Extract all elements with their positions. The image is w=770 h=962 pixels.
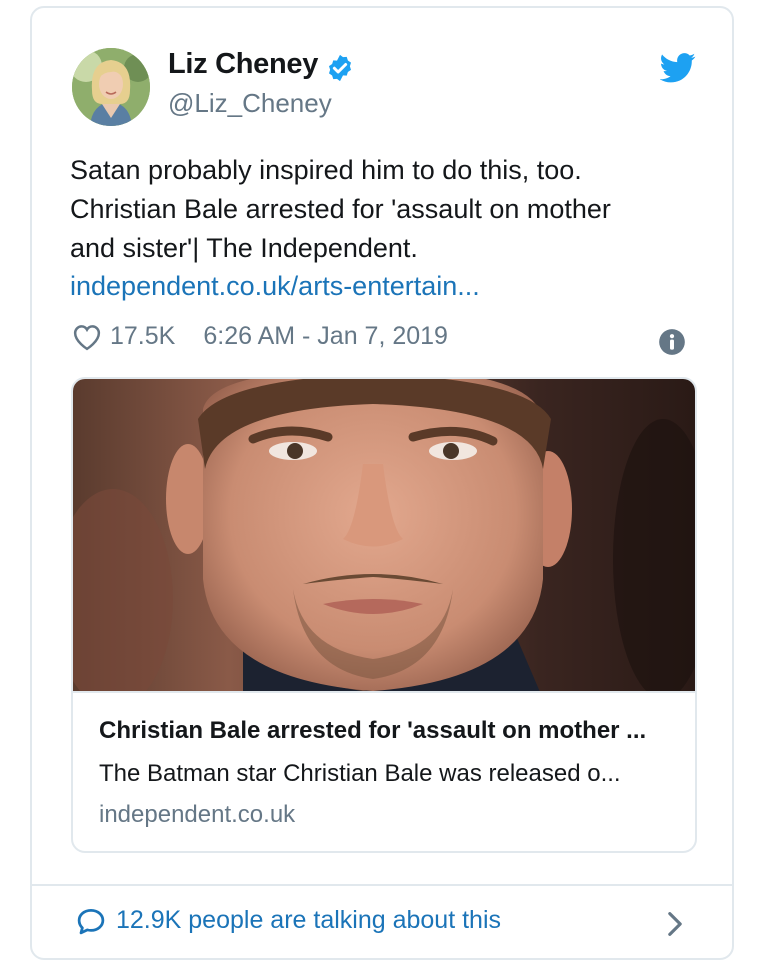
footer-divider xyxy=(32,884,732,886)
tweet-link[interactable]: independent.co.uk/arts-entertain... xyxy=(70,271,480,302)
card-domain: independent.co.uk xyxy=(99,801,296,828)
tweet-text-line: Satan probably inspired him to do this, … xyxy=(70,155,582,185)
link-preview-card[interactable]: Christian Bale arrested for 'assault on … xyxy=(71,377,697,853)
verified-badge-icon xyxy=(329,54,351,82)
twitter-bird-icon[interactable] xyxy=(660,53,696,83)
tweet-text-line: and sister'| The Independent. xyxy=(70,233,418,263)
tweet-card[interactable]: Liz Cheney @Liz_Cheney Satan probably in… xyxy=(30,6,734,960)
avatar[interactable] xyxy=(72,48,150,126)
tweet-meta: 17.5K 6:26 AM - Jan 7, 2019 xyxy=(72,322,448,351)
chevron-right-icon[interactable] xyxy=(666,911,684,937)
tweet-text-line: Christian Bale arrested for 'assault on … xyxy=(70,194,611,224)
card-description: The Batman star Christian Bale was relea… xyxy=(99,760,621,787)
talking-count-text[interactable]: 12.9K people are talking about this xyxy=(116,906,501,935)
info-icon[interactable] xyxy=(658,328,686,356)
speech-bubble-icon xyxy=(77,908,105,934)
avatar-image xyxy=(72,48,150,126)
user-handle[interactable]: @Liz_Cheney xyxy=(168,88,332,119)
heart-icon[interactable] xyxy=(72,323,102,351)
like-count[interactable]: 17.5K xyxy=(110,322,175,351)
card-title[interactable]: Christian Bale arrested for 'assault on … xyxy=(99,717,646,745)
display-name[interactable]: Liz Cheney xyxy=(168,48,318,81)
tweet-timestamp[interactable]: 6:26 AM - Jan 7, 2019 xyxy=(203,322,448,351)
card-image xyxy=(73,379,695,693)
tweet-text: Satan probably inspired him to do this, … xyxy=(70,151,710,268)
conversation-footer[interactable]: 12.9K people are talking about this xyxy=(76,906,501,935)
